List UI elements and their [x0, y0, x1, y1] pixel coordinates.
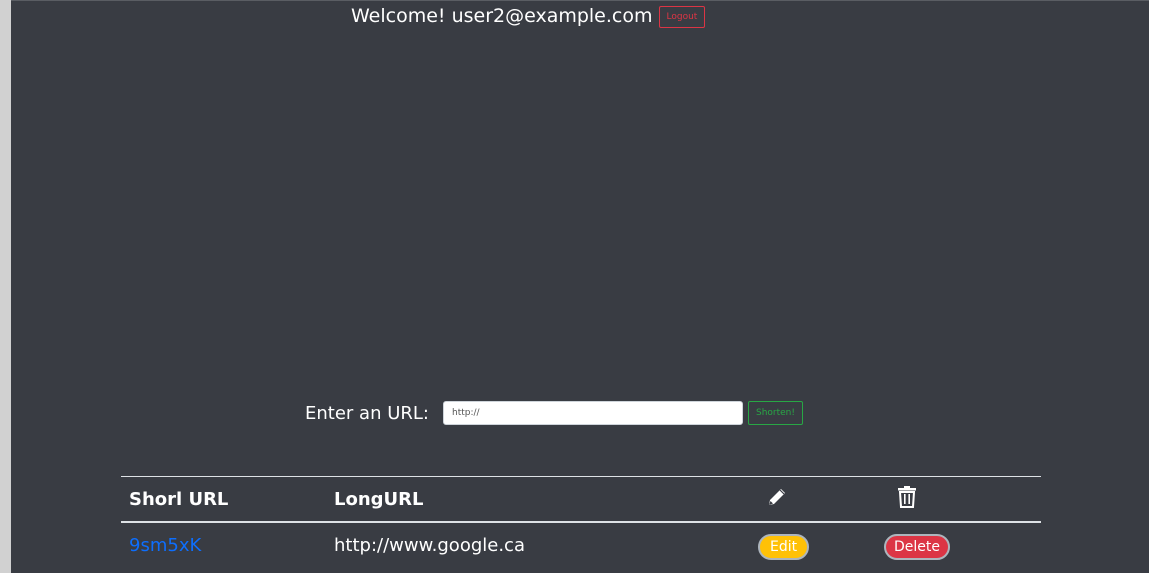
header: Welcome! user2@example.com Logout	[351, 4, 706, 28]
top-divider	[11, 0, 1149, 1]
welcome-text: Welcome! user2@example.com	[351, 5, 653, 27]
column-header-long-url: LongURL	[334, 489, 424, 510]
url-label: Enter an URL:	[305, 402, 429, 424]
url-input[interactable]	[442, 401, 743, 425]
window-edge	[0, 0, 11, 573]
trash-icon	[897, 485, 917, 514]
edit-button[interactable]: Edit	[758, 534, 810, 560]
shorten-form: Enter an URL: Shorten!	[305, 401, 803, 425]
pencil-icon	[766, 486, 788, 513]
urls-table: Shorl URL LongURL 9sm5xK http://www.goog…	[121, 476, 1041, 571]
logout-button[interactable]: Logout	[658, 6, 706, 28]
table-row: 9sm5xK http://www.google.ca Edit Delete	[121, 523, 1041, 571]
delete-button[interactable]: Delete	[884, 534, 950, 560]
shorten-button[interactable]: Shorten!	[747, 401, 803, 425]
column-header-short-url: Shorl URL	[129, 489, 229, 510]
short-url-link[interactable]: 9sm5xK	[129, 535, 201, 556]
table-header-row: Shorl URL LongURL	[121, 477, 1041, 523]
long-url-text: http://www.google.ca	[334, 535, 525, 556]
